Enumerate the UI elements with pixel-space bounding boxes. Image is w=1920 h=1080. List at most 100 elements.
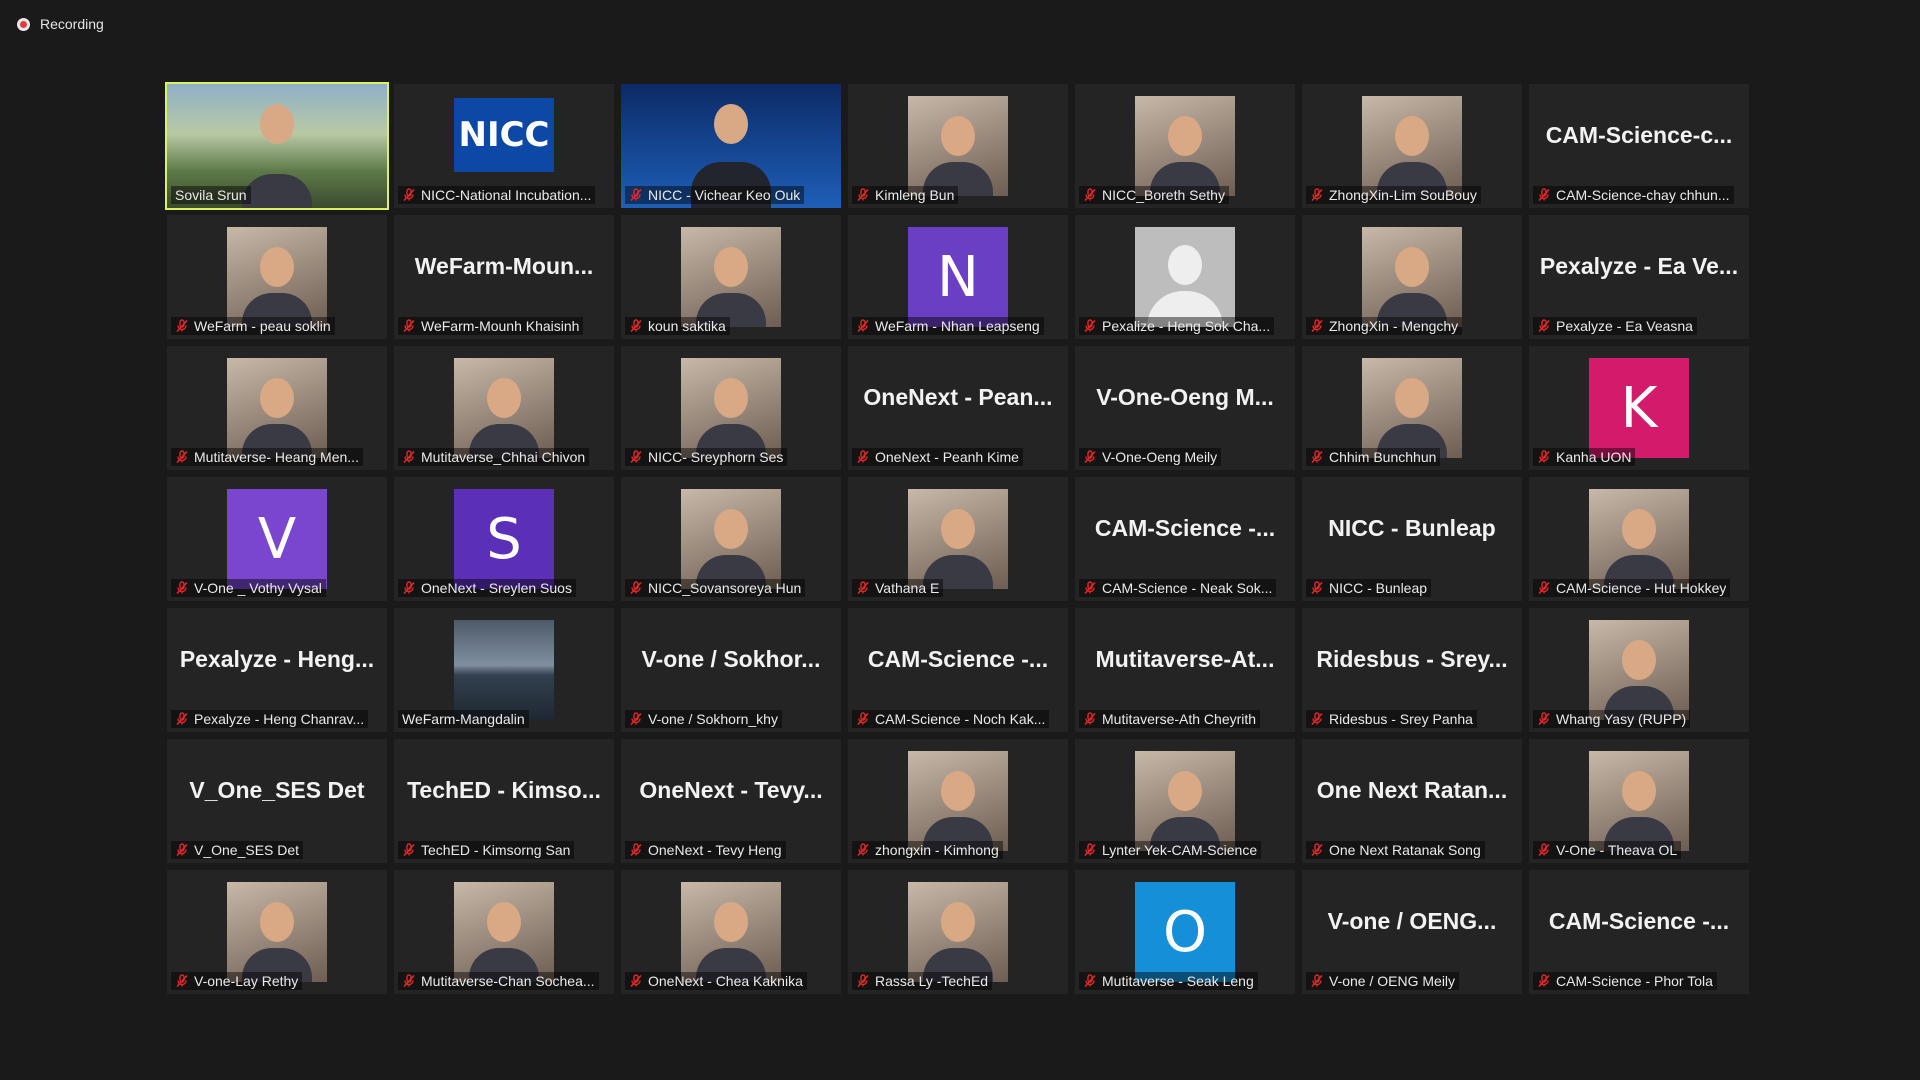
participant-tile[interactable]: NICC_Sovansoreya Hun (621, 477, 841, 601)
muted-microphone-icon (629, 843, 643, 857)
participant-tile[interactable]: Mutitaverse-Chan Sochea... (394, 870, 614, 994)
participant-nameplate: Kanha UON (1533, 448, 1636, 466)
participant-display-name: OneNext - Tevy... (639, 777, 823, 803)
participant-picture (227, 227, 327, 327)
muted-microphone-icon (1537, 319, 1551, 333)
participant-nameplate: WeFarm - Nhan Leapseng (852, 317, 1044, 335)
participant-tile[interactable]: NICC- Sreyphorn Ses (621, 346, 841, 470)
muted-microphone-icon (1083, 712, 1097, 726)
participant-tile[interactable]: Lynter Yek-CAM-Science (1075, 739, 1295, 863)
participant-tile[interactable]: WeFarm-Mangdalin (394, 608, 614, 732)
participant-name: NICC- Sreyphorn Ses (648, 449, 784, 465)
participant-name: V_One_SES Det (194, 842, 300, 858)
muted-microphone-icon (1310, 712, 1324, 726)
participant-picture (908, 96, 1008, 196)
participant-name: Mutitaverse_Chhai Chivon (421, 449, 586, 465)
participant-tile[interactable]: CAM-Science - Hut Hokkey (1529, 477, 1749, 601)
participant-tile[interactable]: Pexalyze - Ea Ve... Pexalyze - Ea Veasna (1529, 215, 1749, 339)
participant-nameplate: Mutitaverse_Chhai Chivon (398, 448, 590, 466)
participant-nameplate: Mutitaverse-Ath Cheyrith (1079, 710, 1261, 728)
participant-nameplate: OneNext - Peanh Kime (852, 448, 1023, 466)
participant-name: V-One _ Vothy Vysal (194, 580, 322, 596)
participant-tile[interactable]: V-one-Lay Rethy (167, 870, 387, 994)
participant-tile[interactable]: Whang Yasy (RUPP) (1529, 608, 1749, 732)
participant-tile[interactable]: N WeFarm - Nhan Leapseng (848, 215, 1068, 339)
participant-tile[interactable]: zhongxin - Kimhong (848, 739, 1068, 863)
participant-picture (1589, 751, 1689, 851)
participant-name: Mutitaverse-Ath Cheyrith (1102, 711, 1257, 727)
participant-tile[interactable]: OneNext - Chea Kaknika (621, 870, 841, 994)
participant-tile[interactable]: CAM-Science -... CAM-Science - Noch Kak..… (848, 608, 1068, 732)
participant-nameplate: NICC-National Incubation... (398, 186, 596, 204)
participant-tile[interactable]: WeFarm-Moun... WeFarm-Mounh Khaisinh (394, 215, 614, 339)
participant-tile[interactable]: Mutitaverse- Heang Men... (167, 346, 387, 470)
participant-tile[interactable]: V_One_SES Det V_One_SES Det (167, 739, 387, 863)
muted-microphone-icon (175, 450, 189, 464)
participant-tile[interactable]: ZhongXin - Mengchy (1302, 215, 1522, 339)
participant-name: CAM-Science-chay chhun... (1556, 187, 1730, 203)
participant-tile[interactable]: CAM-Science -... CAM-Science - Neak Sok..… (1075, 477, 1295, 601)
muted-microphone-icon (629, 712, 643, 726)
participant-tile[interactable]: S OneNext - Sreylen Suos (394, 477, 614, 601)
recording-indicator[interactable]: Recording (17, 16, 104, 32)
participant-tile[interactable]: Kimleng Bun (848, 84, 1068, 208)
participant-tile[interactable]: One Next Ratan... One Next Ratanak Song (1302, 739, 1522, 863)
participant-nameplate: zhongxin - Kimhong (852, 841, 1003, 859)
participant-nameplate: Kimleng Bun (852, 186, 959, 204)
participant-tile[interactable]: Sovila Srun (165, 82, 389, 210)
participant-tile[interactable]: koun saktika (621, 215, 841, 339)
participant-display-name: NICC - Bunleap (1328, 515, 1496, 541)
participant-tile[interactable]: O Mutitaverse - Seak Leng (1075, 870, 1295, 994)
participant-tile[interactable]: NICC_Boreth Sethy (1075, 84, 1295, 208)
participant-tile[interactable]: Pexalize - Heng Sok Cha... (1075, 215, 1295, 339)
participant-tile[interactable]: OneNext - Tevy... OneNext - Tevy Heng (621, 739, 841, 863)
participant-tile[interactable]: V V-One _ Vothy Vysal (167, 477, 387, 601)
participant-tile[interactable]: OneNext - Pean... OneNext - Peanh Kime (848, 346, 1068, 470)
participant-tile[interactable]: V-one / Sokhor... V-one / Sokhorn_khy (621, 608, 841, 732)
participant-name: One Next Ratanak Song (1329, 842, 1481, 858)
participant-tile[interactable]: K Kanha UON (1529, 346, 1749, 470)
participant-tile[interactable]: Pexalyze - Heng... Pexalyze - Heng Chanra… (167, 608, 387, 732)
participant-tile[interactable]: NICC NICC-National Incubation... (394, 84, 614, 208)
recording-label: Recording (40, 16, 104, 32)
participant-tile[interactable]: WeFarm - peau soklin (167, 215, 387, 339)
muted-microphone-icon (629, 974, 643, 988)
participant-tile[interactable]: TechED - Kimso... TechED - Kimsorng San (394, 739, 614, 863)
participant-picture (908, 882, 1008, 982)
muted-microphone-icon (1537, 450, 1551, 464)
participant-tile[interactable]: V-one / OENG... V-one / OENG Meily (1302, 870, 1522, 994)
participant-tile[interactable]: NICC - Vichear Keo Ouk (621, 84, 841, 208)
participant-nameplate: ZhongXin - Mengchy (1306, 317, 1463, 335)
participant-tile[interactable]: CAM-Science -... CAM-Science - Phor Tola (1529, 870, 1749, 994)
participant-tile[interactable]: CAM-Science-c... CAM-Science-chay chhun..… (1529, 84, 1749, 208)
participant-avatar: V (227, 489, 327, 589)
participant-tile[interactable]: Mutitaverse_Chhai Chivon (394, 346, 614, 470)
participant-tile[interactable]: Vathana E (848, 477, 1068, 601)
muted-microphone-icon (1310, 319, 1324, 333)
participant-nameplate: NICC_Sovansoreya Hun (625, 579, 806, 597)
muted-microphone-icon (1310, 974, 1324, 988)
muted-microphone-icon (856, 974, 870, 988)
participant-tile[interactable]: NICC - Bunleap NICC - Bunleap (1302, 477, 1522, 601)
participant-display-name: OneNext - Pean... (863, 384, 1053, 410)
participant-tile[interactable]: Chhim Bunchhun (1302, 346, 1522, 470)
participant-display-name: CAM-Science -... (1548, 908, 1730, 934)
participant-name: Pexalyze - Heng Chanrav... (194, 711, 365, 727)
participant-nameplate: OneNext - Tevy Heng (625, 841, 786, 859)
participant-nameplate: OneNext - Chea Kaknika (625, 972, 807, 990)
participant-tile[interactable]: V-One-Oeng M... V-One-Oeng Meily (1075, 346, 1295, 470)
participant-display-name: Ridesbus - Srey... (1316, 646, 1508, 672)
participant-tile[interactable]: V-One - Theava OL (1529, 739, 1749, 863)
participant-tile[interactable]: ZhongXin-Lim SouBouy (1302, 84, 1522, 208)
participant-nameplate: V-One-Oeng Meily (1079, 448, 1222, 466)
muted-microphone-icon (402, 188, 416, 202)
participant-picture (908, 751, 1008, 851)
participant-logo: NICC (454, 98, 554, 172)
participant-tile[interactable]: Rassa Ly -TechEd (848, 870, 1068, 994)
muted-microphone-icon (856, 188, 870, 202)
participant-tile[interactable]: Ridesbus - Srey... Ridesbus - Srey Panha (1302, 608, 1522, 732)
participant-name: CAM-Science - Hut Hokkey (1556, 580, 1727, 596)
participant-name: NICC_Sovansoreya Hun (648, 580, 802, 596)
participant-tile[interactable]: Mutitaverse-At... Mutitaverse-Ath Cheyrit… (1075, 608, 1295, 732)
participant-nameplate: V-one-Lay Rethy (171, 972, 303, 990)
